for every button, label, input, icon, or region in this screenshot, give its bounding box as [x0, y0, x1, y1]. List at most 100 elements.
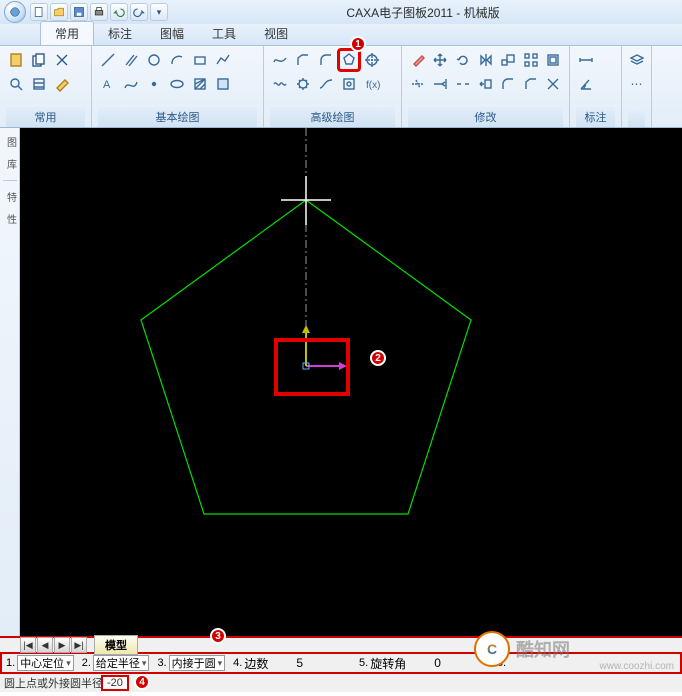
qat-open-icon[interactable] [50, 3, 68, 21]
trim-icon[interactable] [408, 74, 428, 94]
find-icon[interactable] [6, 74, 26, 94]
more-tools-icon[interactable]: ⋯ [628, 74, 645, 94]
curve-icon[interactable] [316, 74, 336, 94]
chamfer2-icon[interactable] [521, 74, 541, 94]
block-icon[interactable] [213, 74, 233, 94]
palette-btn-1[interactable]: 图 [2, 132, 18, 152]
fillet2-icon[interactable] [498, 74, 518, 94]
spline-icon[interactable] [121, 74, 141, 94]
circle-icon[interactable] [144, 50, 164, 70]
parallel-icon[interactable] [121, 50, 141, 70]
param-3-dropdown[interactable]: 内接于圆 [169, 655, 226, 671]
ribbon: 常用 A 基本绘图 [0, 46, 682, 128]
array-icon[interactable] [521, 50, 541, 70]
parameter-bar: 1. 中心定位 2. 给定半径 3. 内接于圆 4. 边数 5 5. 旋转角 0… [0, 654, 682, 674]
app-icon[interactable] [4, 1, 26, 23]
group-draw: A 基本绘图 [92, 46, 264, 127]
chamfer-icon[interactable] [293, 50, 313, 70]
param-1[interactable]: 1. 中心定位 [2, 655, 78, 671]
param-2[interactable]: 2. 给定半径 [78, 655, 154, 671]
qat-redo-icon[interactable] [130, 3, 148, 21]
hole-icon[interactable] [339, 74, 359, 94]
param-5[interactable]: 5. 旋转角 0 [355, 655, 445, 672]
extend-icon[interactable] [431, 74, 451, 94]
match-icon[interactable] [52, 74, 72, 94]
model-tab[interactable]: 模型 [94, 635, 138, 655]
window-title: CAXA电子图板2011 - 机械版 [168, 4, 678, 21]
param-4-value: 5 [296, 656, 303, 670]
move-icon[interactable] [431, 50, 451, 70]
group-label-mod: 修改 [408, 107, 563, 127]
qat-new-icon[interactable] [30, 3, 48, 21]
polygon-button[interactable] [339, 50, 359, 70]
drawing-canvas[interactable]: 2 [20, 128, 682, 636]
paste-icon[interactable] [6, 50, 26, 70]
formula-icon[interactable]: f(x) [362, 74, 382, 94]
annotation-badge-3: 3 [210, 628, 226, 644]
qat-more-icon[interactable]: ▾ [150, 3, 168, 21]
hatch-icon[interactable] [190, 74, 210, 94]
param-1-dropdown[interactable]: 中心定位 [17, 655, 74, 671]
param-6[interactable]: 6. [493, 657, 510, 669]
scale-icon[interactable] [498, 50, 518, 70]
group-last: ⋯ [622, 46, 652, 127]
dim-linear-icon[interactable] [576, 50, 596, 70]
spline2-icon[interactable] [270, 50, 290, 70]
erase-icon[interactable] [408, 50, 428, 70]
left-tool-palette: 图 库 特 性 [0, 128, 20, 636]
nav-first-icon[interactable]: |◀ [20, 637, 36, 653]
param-2-dropdown[interactable]: 给定半径 [93, 655, 150, 671]
group-label-adv: 高级绘图 [270, 107, 395, 127]
mirror-icon[interactable] [476, 50, 496, 70]
rotate-icon[interactable] [453, 50, 473, 70]
explode-icon[interactable] [543, 74, 563, 94]
qat-save-icon[interactable] [70, 3, 88, 21]
line-icon[interactable] [98, 50, 118, 70]
group-label-common: 常用 [6, 107, 85, 127]
nav-prev-icon[interactable]: ◀ [37, 637, 53, 653]
layers-icon[interactable] [628, 50, 646, 70]
palette-btn-4[interactable]: 性 [2, 209, 18, 229]
command-input[interactable]: -20 [103, 677, 127, 689]
dim-angle-icon[interactable] [576, 74, 596, 94]
svg-text:f(x): f(x) [366, 80, 380, 91]
group-adv: f(x) 高级绘图 1 [264, 46, 402, 127]
group-ann: 标注 [570, 46, 622, 127]
ellipse-icon[interactable] [167, 74, 187, 94]
arc-icon[interactable] [167, 50, 187, 70]
break-icon[interactable] [453, 74, 473, 94]
polyline-icon[interactable] [213, 50, 233, 70]
canvas-area: 图 库 特 性 2 [0, 128, 682, 636]
copy-icon[interactable] [29, 50, 49, 70]
ribbon-tabs: 常用 标注 图幅 工具 视图 [0, 24, 682, 46]
offset-icon[interactable] [543, 50, 563, 70]
wave-icon[interactable] [270, 74, 290, 94]
tab-view[interactable]: 视图 [250, 22, 302, 45]
text-icon[interactable]: A [98, 74, 118, 94]
tab-common[interactable]: 常用 [40, 21, 94, 45]
tab-sheet[interactable]: 图幅 [146, 22, 198, 45]
param-3[interactable]: 3. 内接于圆 [153, 655, 229, 671]
group-mod: 修改 [402, 46, 570, 127]
nav-next-icon[interactable]: ▶ [54, 637, 70, 653]
model-tab-bar: |◀ ◀ ▶ ▶| 模型 [0, 636, 682, 654]
stretch-icon[interactable] [476, 74, 496, 94]
point-icon[interactable] [144, 74, 164, 94]
tab-annotate[interactable]: 标注 [94, 22, 146, 45]
centerline-icon[interactable] [362, 50, 382, 70]
group-common: 常用 [0, 46, 92, 127]
fillet-icon[interactable] [316, 50, 336, 70]
properties-icon[interactable] [29, 74, 49, 94]
command-line[interactable]: 圆上点或外接圆半径 -20 4 [0, 674, 682, 692]
param-4[interactable]: 4. 边数 5 [229, 655, 307, 672]
palette-btn-2[interactable]: 库 [2, 154, 18, 174]
nav-last-icon[interactable]: ▶| [71, 637, 87, 653]
svg-text:A: A [103, 79, 111, 91]
rect-icon[interactable] [190, 50, 210, 70]
qat-print-icon[interactable] [90, 3, 108, 21]
gear-icon[interactable] [293, 74, 313, 94]
qat-undo-icon[interactable] [110, 3, 128, 21]
cut-icon[interactable] [52, 50, 72, 70]
palette-btn-3[interactable]: 特 [2, 187, 18, 207]
tab-tools[interactable]: 工具 [198, 22, 250, 45]
